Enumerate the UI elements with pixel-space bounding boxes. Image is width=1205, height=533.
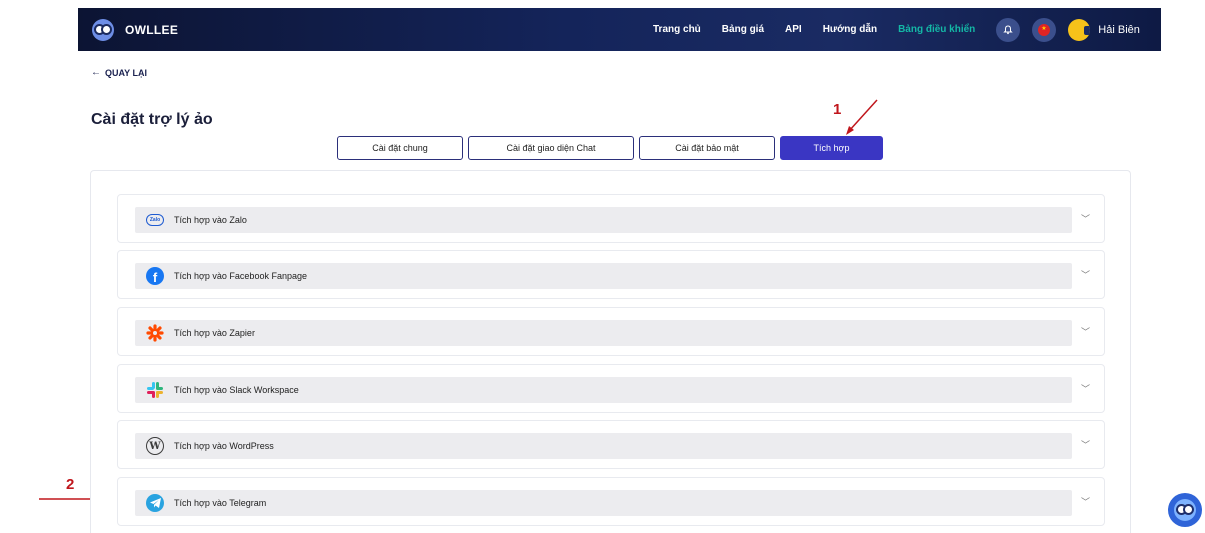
- telegram-icon: [146, 494, 164, 512]
- main-nav: Trang chủ Bảng giá API Hướng dẫn Bảng đi…: [653, 8, 1140, 51]
- bell-icon: [1003, 24, 1014, 34]
- tab-security-settings[interactable]: Cài đặt bảo mật: [639, 136, 775, 160]
- accordion-header[interactable]: f Tích hợp vào Facebook Fanpage: [135, 263, 1072, 289]
- tab-integration[interactable]: Tích hợp: [780, 136, 883, 160]
- vietnam-flag-icon: [1038, 23, 1051, 36]
- integration-label: Tích hợp vào Facebook Fanpage: [174, 271, 307, 281]
- accordion-header[interactable]: Tích hợp vào Telegram: [135, 490, 1072, 516]
- brand-name: OWLLEE: [125, 22, 179, 37]
- back-label: QUAY LẠI: [105, 67, 148, 78]
- zalo-icon: Zalo: [146, 214, 164, 226]
- zapier-icon: [146, 324, 164, 342]
- owl-logo-icon: [92, 18, 114, 41]
- chevron-down-icon[interactable]: ﹀: [1081, 382, 1090, 395]
- integration-label: Tích hợp vào Zalo: [174, 215, 247, 225]
- top-navigation-bar: OWLLEE Trang chủ Bảng giá API Hướng dẫn …: [78, 8, 1161, 51]
- annotation-arrow-1: [846, 99, 878, 135]
- accordion-header[interactable]: Tích hợp vào Zapier: [135, 320, 1072, 346]
- nav-item-api[interactable]: API: [785, 24, 802, 35]
- page-title: Cài đặt trợ lý ảo: [91, 111, 213, 128]
- tab-chat-interface-settings[interactable]: Cài đặt giao diện Chat: [468, 136, 634, 160]
- wordpress-icon: W: [146, 437, 164, 455]
- integration-card-wordpress[interactable]: W Tích hợp vào WordPress ﹀: [117, 420, 1105, 469]
- integration-label: Tích hợp vào Telegram: [174, 498, 267, 508]
- nav-item-dashboard[interactable]: Bảng điều khiển: [898, 24, 975, 35]
- chevron-down-icon[interactable]: ﹀: [1081, 438, 1090, 451]
- avatar[interactable]: [1068, 18, 1091, 41]
- arrow-left-icon: ←: [91, 67, 101, 78]
- facebook-icon: f: [146, 267, 164, 285]
- integration-card-slack[interactable]: Tích hợp vào Slack Workspace ﹀: [117, 364, 1105, 413]
- nav-item-pricing[interactable]: Bảng giá: [722, 24, 764, 35]
- nav-item-home[interactable]: Trang chủ: [653, 24, 701, 35]
- accordion-header[interactable]: Tích hợp vào Slack Workspace: [135, 377, 1072, 403]
- chevron-down-icon[interactable]: ﹀: [1081, 268, 1090, 281]
- integration-card-facebook[interactable]: f Tích hợp vào Facebook Fanpage ﹀: [117, 250, 1105, 299]
- integrations-panel: Zalo Tích hợp vào Zalo ﹀ f Tích hợp vào …: [90, 170, 1131, 533]
- annotation-step-2: 2: [66, 476, 75, 493]
- nav-item-guide[interactable]: Hướng dẫn: [823, 24, 877, 35]
- accordion-header[interactable]: W Tích hợp vào WordPress: [135, 433, 1072, 459]
- chevron-down-icon[interactable]: ﹀: [1081, 325, 1090, 338]
- integration-label: Tích hợp vào Zapier: [174, 328, 255, 338]
- tab-general-settings[interactable]: Cài đặt chung: [337, 136, 463, 160]
- integration-card-telegram[interactable]: Tích hợp vào Telegram ﹀: [117, 477, 1105, 526]
- settings-tabs: Cài đặt chung Cài đặt giao diện Chat Cài…: [337, 136, 888, 160]
- chevron-down-icon[interactable]: ﹀: [1081, 212, 1090, 225]
- notification-button[interactable]: [996, 17, 1021, 42]
- chat-widget-button[interactable]: [1168, 493, 1202, 527]
- user-name[interactable]: Hải Biên: [1098, 24, 1140, 36]
- language-button[interactable]: [1032, 17, 1057, 42]
- owl-chatbot-icon: [1174, 499, 1196, 521]
- integration-label: Tích hợp vào WordPress: [174, 441, 274, 451]
- integration-card-zalo[interactable]: Zalo Tích hợp vào Zalo ﹀: [117, 194, 1105, 243]
- brand[interactable]: OWLLEE: [92, 18, 179, 41]
- integration-label: Tích hợp vào Slack Workspace: [174, 385, 299, 395]
- integration-card-zapier[interactable]: Tích hợp vào Zapier ﹀: [117, 307, 1105, 356]
- back-link[interactable]: ← QUAY LẠI: [91, 67, 147, 78]
- slack-icon: [147, 382, 163, 398]
- accordion-header[interactable]: Zalo Tích hợp vào Zalo: [135, 207, 1072, 233]
- chevron-down-icon[interactable]: ﹀: [1081, 495, 1090, 508]
